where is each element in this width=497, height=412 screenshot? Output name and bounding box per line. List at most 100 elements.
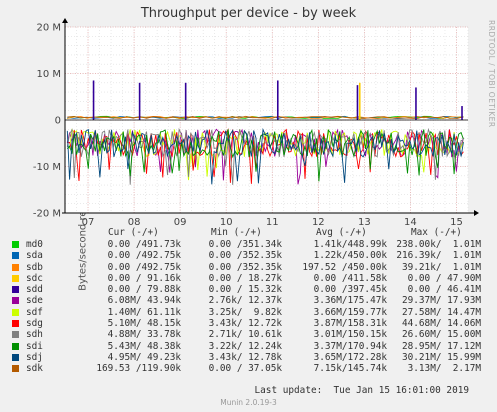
- legend-swatch: [12, 308, 19, 316]
- legend-row-sdh: sdh 4.88M/ 33.78k 2.71k/ 10.61k 3.01M/150.1…: [12, 329, 494, 340]
- legend-swatch: [12, 241, 19, 248]
- legend-max: 27.58M/ 14.47M: [401, 306, 481, 318]
- legend-swatch: [12, 263, 19, 271]
- legend-swatch: [12, 297, 19, 305]
- legend-swatch: [12, 286, 19, 294]
- legend-min: 0.00 /351.34k: [208, 239, 282, 250]
- legend-row-sdj: sdj 4.95M/ 49.23k 3.43k/ 12.78k 3.65M/172.2…: [12, 352, 494, 363]
- y-tick-label: 0: [55, 116, 61, 127]
- legend-avg: 3.65M/172.28k: [313, 351, 387, 363]
- legend-table: md0 0.00 /491.73k 0.00 /351.34k 1.41k/448.9…: [12, 239, 494, 375]
- legend-swatch: [12, 252, 19, 260]
- plot-svg: 20 M10 M0-10 M-20 M07 08 09 10 11 12 13 14 15: [33, 18, 479, 228]
- legend-name: sdc: [26, 272, 43, 284]
- legend-min: 3.43k/ 12.78k: [208, 351, 282, 363]
- legend-row-sdc: sdc 0.00 / 91.16k 0.00 / 18.27k 0.00 /411.5…: [12, 273, 494, 284]
- legend-avg: 3.66M/159.77k: [313, 306, 387, 318]
- legend-max: 29.37M/ 17.93M: [401, 295, 481, 307]
- y-tick-label: 20 M: [36, 23, 61, 34]
- legend-max: 44.68M/ 14.06M: [401, 318, 481, 330]
- legend-name: md0: [26, 239, 43, 250]
- legend-row-sde: sde 6.08M/ 43.94k 2.76k/ 12.37k 3.36M/175.4…: [12, 295, 494, 306]
- y-tick-label: -10 M: [33, 162, 61, 173]
- legend-max: 238.00k/ 1.01M: [396, 239, 481, 250]
- legend-avg: 197.52 /450.00k: [302, 261, 387, 273]
- legend-name: sdd: [26, 284, 43, 296]
- legend-avg: 0.00 /397.45k: [313, 284, 387, 296]
- legend-header-min: Min (-/+): [211, 227, 262, 238]
- y-axis-arrow: [62, 18, 68, 23]
- legend-avg: 3.36M/175.47k: [313, 295, 387, 307]
- legend-min: 0.00 / 18.27k: [208, 272, 282, 284]
- legend-min: 0.00 /352.35k: [208, 250, 282, 262]
- legend-max: 0.00 / 46.41M: [407, 284, 481, 296]
- munin-graph: Throughput per device - by week Bytes/se…: [0, 0, 497, 412]
- munin-version: Munin 2.0.19-3: [220, 398, 277, 407]
- legend-name: sdf: [26, 306, 43, 318]
- legend-name: sdh: [26, 329, 43, 341]
- legend-avg: 1.41k/448.99k: [313, 239, 387, 250]
- x-tick-label: 09: [174, 217, 187, 228]
- legend-row-sdg: sdg 5.10M/ 48.15k 3.43k/ 12.72k 3.87M/158.3…: [12, 318, 494, 329]
- legend-row-sdb: sdb 0.00 /492.75k 0.00 /352.35k 197.52 /450…: [12, 262, 494, 273]
- legend-avg: 0.00 /411.58k: [313, 272, 387, 284]
- legend-max: 216.39k/ 1.01M: [396, 250, 481, 262]
- legend-min: 0.00 / 15.32k: [208, 284, 282, 296]
- legend-name: sda: [26, 250, 43, 262]
- legend-avg: 3.37M/170.94k: [313, 340, 387, 352]
- legend-swatch: [12, 342, 19, 350]
- legend-max: 39.21k/ 1.01M: [401, 261, 481, 273]
- legend-avg: 3.01M/150.15k: [313, 329, 387, 341]
- legend-cur: 0.00 / 91.16k: [107, 272, 181, 284]
- legend-cur: 6.08M/ 43.94k: [107, 295, 181, 307]
- legend-swatch: [12, 365, 19, 373]
- legend-header-cur: Cur (-/+): [108, 227, 159, 238]
- legend-name: sdj: [26, 351, 43, 363]
- legend-cur: 5.43M/ 48.38k: [107, 340, 181, 352]
- legend-min: 2.71k/ 10.61k: [208, 329, 282, 341]
- legend-swatch: [12, 353, 19, 361]
- legend-cur: 0.00 /492.75k: [107, 250, 181, 262]
- legend-max: 3.13M/ 2.17M: [407, 363, 481, 375]
- legend-avg: 7.15k/145.74k: [313, 363, 387, 375]
- legend-cur: 4.95M/ 49.23k: [107, 351, 181, 363]
- legend-swatch: [12, 320, 19, 328]
- legend-name: sdk: [26, 363, 43, 375]
- x-tick-label: 07: [82, 217, 95, 228]
- legend-cur: 0.00 / 79.88k: [107, 284, 181, 296]
- legend-row-sda: sda 0.00 /492.75k 0.00 /352.35k 1.22k/450.0…: [12, 250, 494, 261]
- legend-min: 3.43k/ 12.72k: [208, 318, 282, 330]
- legend-cur: 1.40M/ 61.11k: [107, 306, 181, 318]
- legend-min: 3.25k/ 9.82k: [208, 306, 282, 318]
- legend-name: sde: [26, 295, 43, 307]
- legend-cur: 0.00 /491.73k: [107, 239, 181, 250]
- legend-cur: 4.88M/ 33.78k: [107, 329, 181, 341]
- legend-min: 2.76k/ 12.37k: [208, 295, 282, 307]
- legend-swatch: [12, 331, 19, 339]
- legend-avg: 1.22k/450.00k: [313, 250, 387, 262]
- legend-header-avg: Avg (-/+): [316, 227, 367, 238]
- legend-row-sdf: sdf 1.40M/ 61.11k 3.25k/ 9.82k 3.66M/159.77…: [12, 307, 494, 318]
- legend-swatch: [12, 274, 19, 282]
- legend-cur: 5.10M/ 48.15k: [107, 318, 181, 330]
- legend-min: 0.00 /352.35k: [208, 261, 282, 273]
- y-tick-label: 10 M: [36, 69, 61, 80]
- legend-max: 30.21M/ 15.99M: [401, 351, 481, 363]
- y-tick-label: -20 M: [33, 209, 61, 220]
- x-tick-label: 11: [266, 217, 279, 228]
- legend-name: sdb: [26, 261, 43, 273]
- legend-name: sdi: [26, 340, 43, 352]
- legend-name: sdg: [26, 318, 43, 330]
- legend-min: 3.22k/ 12.24k: [208, 340, 282, 352]
- legend-avg: 3.87M/158.31k: [313, 318, 387, 330]
- legend-max: 0.00 / 47.90M: [407, 272, 481, 284]
- legend-max: 28.95M/ 17.12M: [401, 340, 481, 352]
- legend-row-md0: md0 0.00 /491.73k 0.00 /351.34k 1.41k/448.9…: [12, 239, 494, 250]
- x-axis-arrow: [474, 210, 479, 216]
- last-update: Last update: Tue Jan 15 16:01:00 2019: [254, 385, 469, 396]
- legend-header-max: Max (-/+): [411, 227, 462, 238]
- legend-row-sdd: sdd 0.00 / 79.88k 0.00 / 15.32k 0.00 /397.4…: [12, 284, 494, 295]
- legend-cur: 0.00 /492.75k: [107, 261, 181, 273]
- legend-row-sdk: sdk 169.53 /119.90k 0.00 / 37.05k 7.15k/145…: [12, 363, 494, 374]
- legend-row-sdi: sdi 5.43M/ 48.38k 3.22k/ 12.24k 3.37M/170.9…: [12, 341, 494, 352]
